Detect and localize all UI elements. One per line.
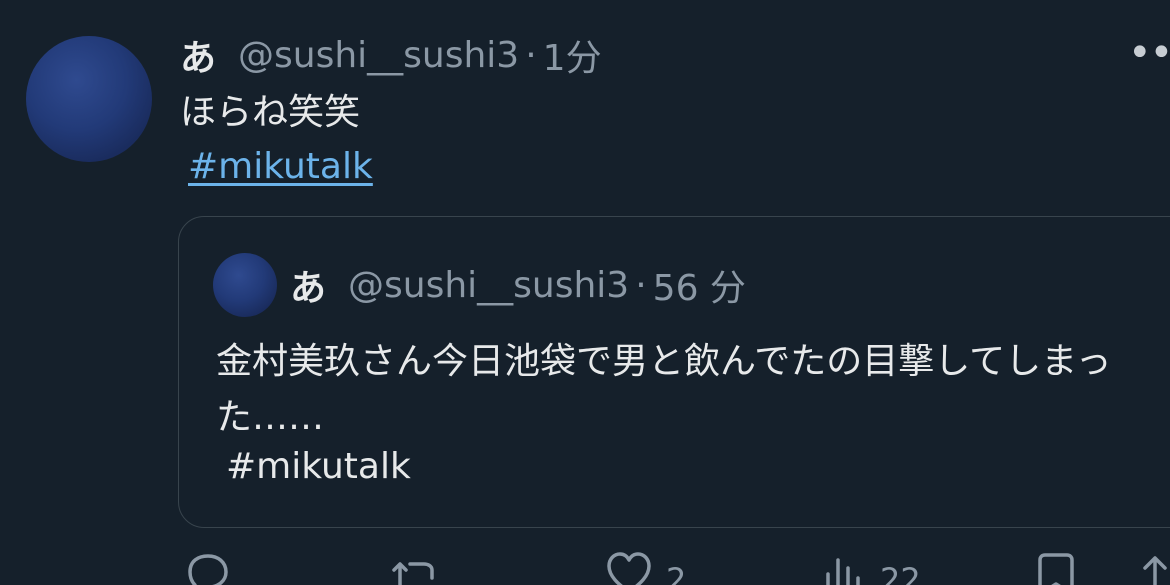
quoted-timestamp: 56 分 (652, 268, 746, 309)
bookmark-icon (1038, 553, 1074, 585)
views-button[interactable]: 22 (820, 548, 921, 585)
more-icon[interactable]: ••• (1128, 33, 1170, 73)
user-handle[interactable]: @sushi__sushi3 (238, 35, 519, 76)
like-button[interactable]: 2 (604, 548, 686, 585)
like-count: 2 (666, 561, 687, 585)
retweet-button[interactable] (388, 548, 444, 585)
quoted-display-name: あ (290, 268, 327, 309)
reply-button[interactable] (182, 548, 234, 585)
like-icon (607, 552, 651, 585)
tweet-text: ほらね笑笑 (180, 92, 361, 133)
views-icon (826, 558, 860, 585)
avatar[interactable] (26, 36, 152, 162)
quoted-text: 金村美玖さん今日池袋で男と飲んでたの目撃してしまった…… (216, 341, 1112, 438)
reply-icon (188, 554, 228, 585)
share-icon (1143, 556, 1167, 585)
bookmark-button[interactable] (1034, 548, 1078, 585)
hashtag-link[interactable]: #mikutalk (188, 142, 373, 192)
separator: · (525, 34, 537, 76)
share-button[interactable] (1140, 548, 1170, 585)
timestamp[interactable]: 1分 (543, 29, 602, 81)
quoted-header: あ @sushi__sushi3 · 56 分 (290, 260, 746, 310)
views-count: 22 (880, 561, 921, 585)
tweet-header: あ @sushi__sushi3 · 1分 (180, 30, 602, 80)
action-bar: 2 22 (0, 548, 1170, 585)
quoted-avatar (213, 253, 277, 317)
quoted-hashtag: #mikutalk (226, 446, 411, 487)
retweet-icon (392, 562, 434, 585)
quoted-separator: · (635, 264, 647, 306)
quoted-user-handle: @sushi__sushi3 (348, 264, 630, 306)
display-name[interactable]: あ (180, 29, 216, 81)
